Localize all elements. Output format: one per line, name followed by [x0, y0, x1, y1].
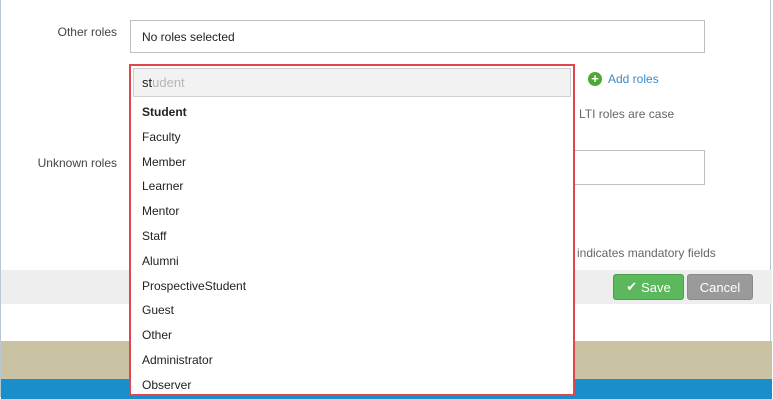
role-option[interactable]: Observer — [133, 373, 571, 398]
add-roles-label: Add roles — [608, 72, 659, 86]
form-panel: Other roles No roles selected + Add role… — [0, 0, 772, 399]
role-option[interactable]: Member — [133, 150, 571, 175]
role-option[interactable]: ProspectiveStudent — [133, 274, 571, 299]
role-option[interactable]: Administrator — [133, 348, 571, 373]
checkmark-icon: ✔ — [626, 279, 638, 294]
role-option[interactable]: Alumni — [133, 249, 571, 274]
unknown-roles-label: Unknown roles — [37, 156, 117, 170]
role-search-input[interactable]: st udent — [133, 68, 571, 97]
role-autocomplete: st udent Student Faculty Member Learner Mento… — [129, 64, 575, 396]
other-roles-label: Other roles — [57, 25, 117, 39]
other-roles-field[interactable]: No roles selected — [130, 20, 705, 53]
role-option[interactable]: Student — [133, 100, 571, 125]
cancel-button[interactable]: Cancel — [687, 274, 753, 300]
role-option[interactable]: Learner — [133, 174, 571, 199]
save-button-label: Save — [641, 279, 671, 295]
autocomplete-hint: udent — [152, 75, 185, 90]
plus-circle-icon: + — [588, 72, 602, 86]
role-option[interactable]: Faculty — [133, 125, 571, 150]
add-roles-link[interactable]: + Add roles — [588, 72, 659, 86]
case-note: LTI roles are case — [579, 107, 675, 121]
role-option[interactable]: Mentor — [133, 199, 571, 224]
role-options-list: Student Faculty Member Learner Mentor Staff Al… — [133, 100, 571, 398]
role-option[interactable]: Other — [133, 323, 571, 348]
role-option[interactable]: Guest — [133, 298, 571, 323]
role-option[interactable]: Staff — [133, 224, 571, 249]
typed-text: st — [142, 75, 153, 90]
mandatory-note: indicates mandatory fields — [577, 246, 716, 260]
save-button[interactable]: ✔ Save — [613, 274, 684, 300]
